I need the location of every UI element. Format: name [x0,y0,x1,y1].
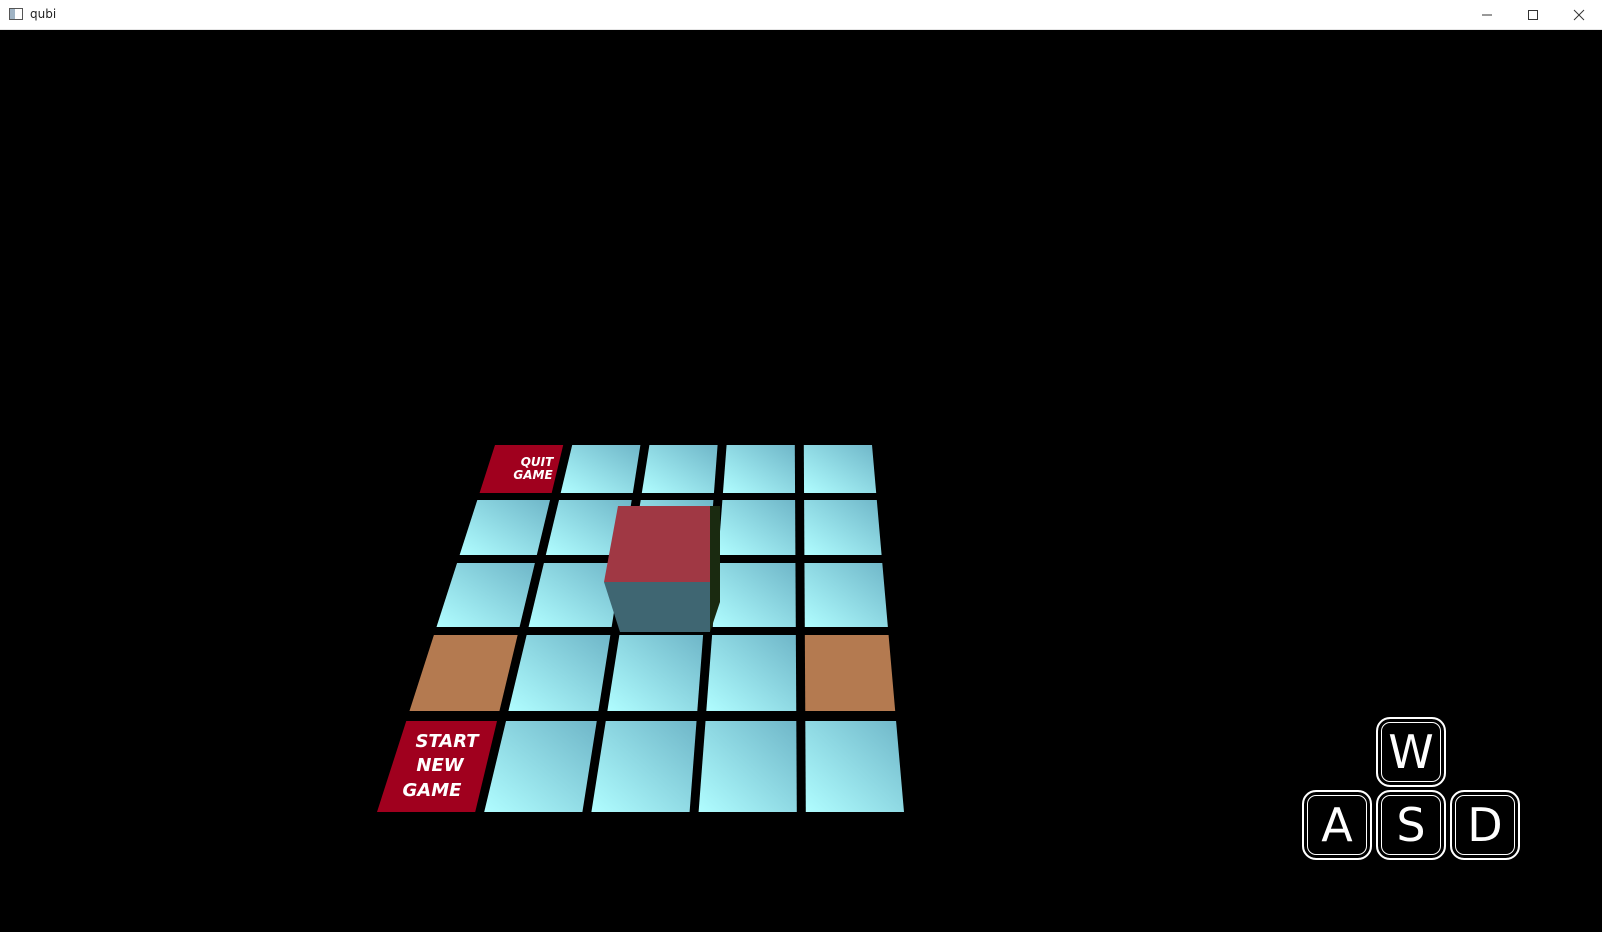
board-tile [459,500,551,555]
close-button[interactable] [1556,0,1602,30]
board-tile [591,721,697,812]
board-tile [805,721,904,812]
start-new-game-label-line3: GAME [403,780,463,801]
key-d: D [1450,790,1520,860]
cube-front-face [604,582,710,632]
board-tile [712,563,796,627]
close-icon [1573,9,1585,21]
app-icon [9,8,23,20]
start-new-game-label-line2: NEW [416,755,464,776]
maximize-button[interactable] [1510,0,1556,30]
board-tile [436,563,535,627]
board-tile [804,500,882,555]
key-s: S [1376,790,1446,860]
board-tile [706,635,797,711]
quit-game-label-line2: GAME [513,468,553,482]
game-window: qubi QUIT GAME START NEW GAME W A S D [0,0,1602,932]
title-bar[interactable]: qubi [0,0,1602,30]
board-tile [718,500,796,555]
board-tile [607,635,704,711]
board-tile [698,721,797,812]
board-tile [804,563,888,627]
board-tile [722,445,796,493]
minimize-button[interactable] [1464,0,1510,30]
board-tile [484,721,597,812]
minimize-icon [1482,14,1492,16]
board-tile [560,445,641,493]
quit-game-label-line1: QUIT [521,455,554,469]
key-w: W [1376,717,1446,787]
board-tile [803,445,877,493]
start-new-game-label-line1: START [415,731,480,752]
player-cube [604,506,720,632]
cube-top-face [604,506,710,582]
board-tile [508,635,611,711]
maximize-icon [1528,10,1538,20]
board-tile [641,445,718,493]
game-viewport[interactable]: QUIT GAME START NEW GAME W A S D [0,30,1602,932]
key-a: A [1302,790,1372,860]
goal-tile [804,635,896,711]
wasd-controls-hint: W A S D [1300,710,1530,870]
window-title: qubi [30,7,57,21]
goal-tile [409,635,518,711]
